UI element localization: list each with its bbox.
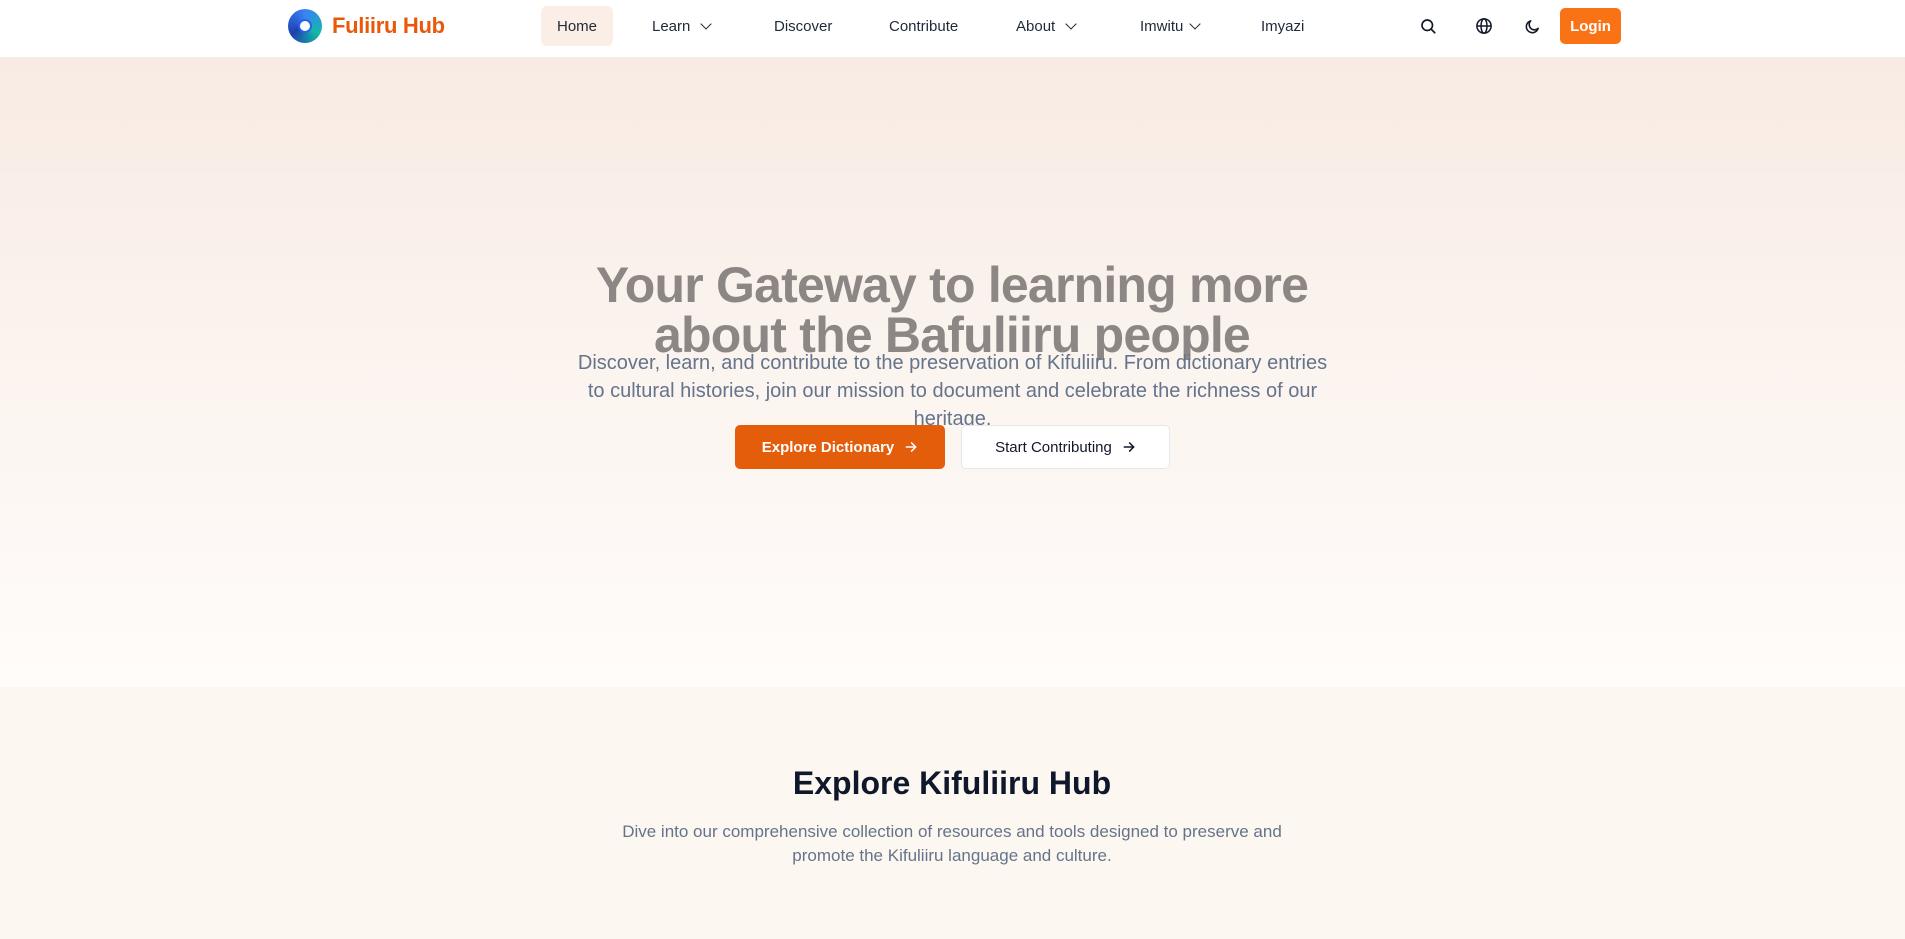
arrow-right-icon bbox=[905, 442, 917, 452]
hero-subtitle: Discover, learn, and contribute to the p… bbox=[577, 352, 1328, 430]
nav-about-label: About bbox=[1016, 17, 1056, 35]
nav-imyazi[interactable]: Imyazi bbox=[1261, 6, 1304, 46]
start-contributing-button[interactable]: Start Contributing bbox=[961, 425, 1170, 469]
moon-icon bbox=[1525, 19, 1539, 33]
nav-discover[interactable]: Discover bbox=[774, 6, 832, 46]
chevron-down-icon bbox=[1065, 17, 1077, 30]
nav-imwitu-label: Imwitu bbox=[1140, 17, 1184, 35]
hero-section: Your Gateway to learning more about the … bbox=[0, 58, 1905, 687]
nav-home[interactable]: Home bbox=[541, 6, 614, 46]
chevron-down-icon bbox=[1189, 17, 1202, 30]
explore-dictionary-label: Explore Dictionary bbox=[761, 438, 895, 456]
explore-subtitle: Dive into our comprehensive collection o… bbox=[622, 822, 1282, 865]
nav-learn[interactable]: Learn bbox=[652, 6, 713, 46]
nav-imwitu[interactable]: Imwitu bbox=[1140, 6, 1202, 46]
arrow-right-icon bbox=[1123, 442, 1135, 452]
nav-imyazi-label: Imyazi bbox=[1261, 17, 1305, 35]
start-contributing-label: Start Contributing bbox=[995, 438, 1112, 456]
explore-section: Explore Kifuliiru Hub Dive into our comp… bbox=[0, 687, 1905, 939]
nav-about[interactable]: About bbox=[1016, 6, 1077, 46]
nav-contribute[interactable]: Contribute bbox=[889, 6, 958, 46]
nav-home-label: Home bbox=[557, 17, 598, 35]
nav-contribute-label: Contribute bbox=[889, 17, 959, 35]
globe-icon bbox=[1476, 18, 1492, 34]
chevron-down-icon bbox=[700, 17, 713, 30]
brand-name: Fuliiru Hub bbox=[332, 13, 445, 38]
top-navbar: Fuliiru Hub Home Learn Discover Contribu… bbox=[0, 0, 1905, 58]
login-button[interactable]: Login bbox=[1560, 8, 1621, 44]
language-button[interactable] bbox=[1469, 11, 1499, 41]
nav-discover-label: Discover bbox=[774, 17, 833, 35]
search-icon bbox=[1421, 19, 1436, 34]
search-button[interactable] bbox=[1413, 11, 1443, 41]
nav-learn-label: Learn bbox=[652, 17, 691, 35]
hero-title: Your Gateway to learning more about the … bbox=[595, 259, 1309, 360]
explore-title: Explore Kifuliiru Hub bbox=[792, 765, 1112, 801]
brand-logo[interactable]: Fuliiru Hub bbox=[288, 9, 445, 43]
theme-toggle-button[interactable] bbox=[1517, 11, 1547, 41]
explore-dictionary-button[interactable]: Explore Dictionary bbox=[735, 425, 945, 469]
logo-icon bbox=[288, 9, 322, 43]
